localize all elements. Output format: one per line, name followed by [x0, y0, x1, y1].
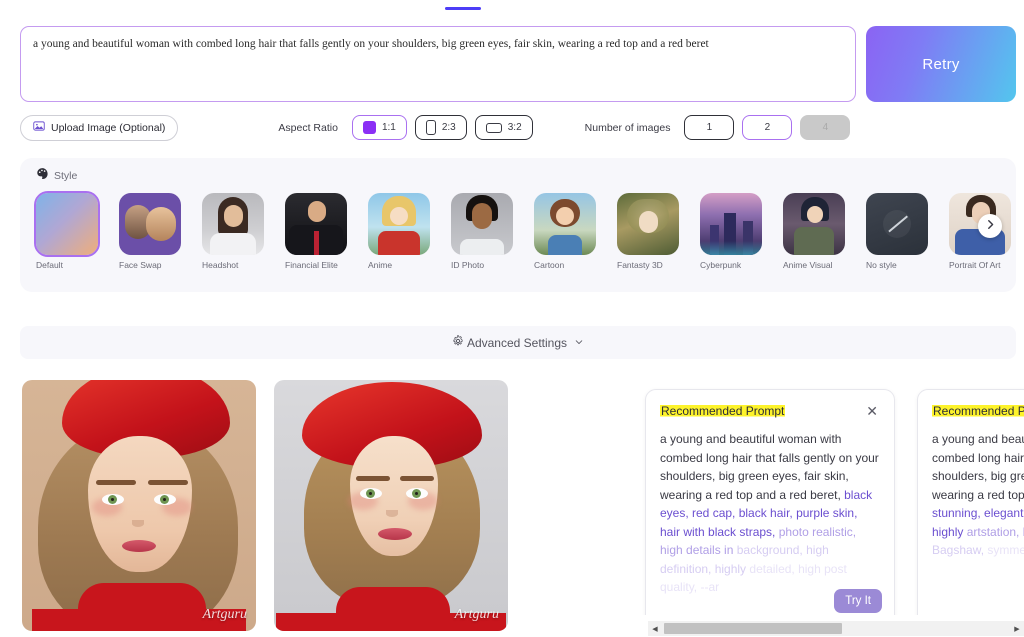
scrollbar-track[interactable]: [662, 621, 1010, 636]
style-item-no-style[interactable]: No style: [866, 193, 938, 271]
number-of-images-label: Number of images: [584, 121, 671, 134]
portrait-rect-icon: [425, 120, 436, 135]
number-option-2[interactable]: 2: [742, 115, 793, 140]
aspect-ratio-3-2-label: 3:2: [507, 122, 522, 133]
style-item-financial-elite[interactable]: Financial Elite: [285, 193, 357, 271]
style-thumbnail-id-photo: [451, 193, 513, 255]
aspect-ratio-2-3-label: 2:3: [441, 122, 456, 133]
style-item-anime[interactable]: Anime: [368, 193, 440, 271]
style-thumbnail-financial-elite: [285, 193, 347, 255]
scroll-right-arrow-icon[interactable]: ▶: [1010, 621, 1024, 636]
aspect-ratio-label: Aspect Ratio: [278, 121, 338, 134]
style-item-id-photo[interactable]: ID Photo: [451, 193, 523, 271]
recommended-prompt-body-1: a young and beautiful woman with combed …: [646, 418, 894, 613]
recommended-prompt-title-1: Recommended Prompt: [660, 404, 786, 418]
style-item-fantasty-3d[interactable]: Fantasty 3D: [617, 193, 689, 271]
aspect-ratio-3-2[interactable]: 3:2: [474, 115, 533, 140]
close-icon[interactable]: ✕: [864, 404, 880, 418]
prompt-segment-base: a young and beautiful woman with combed …: [932, 432, 1024, 502]
style-label-fantasty-3d: Fantasty 3D: [617, 260, 663, 270]
advanced-settings-toggle[interactable]: Advanced Settings: [20, 326, 1016, 359]
style-thumbnail-default: [34, 191, 100, 257]
number-option-1-label: 1: [706, 122, 713, 133]
style-thumbnail-no-style: [866, 193, 928, 255]
style-label-face-swap: Face Swap: [119, 260, 162, 270]
prompt-row: a young and beautiful woman with combed …: [20, 26, 1016, 102]
style-item-headshot[interactable]: Headshot: [202, 193, 274, 271]
style-item-anime-visual[interactable]: Anime Visual: [783, 193, 855, 271]
aspect-ratio-1-1-label: 1:1: [381, 122, 396, 133]
gear-icon: [452, 335, 464, 350]
style-thumbnail-headshot: [202, 193, 264, 255]
generated-image-1[interactable]: Artguru: [22, 380, 256, 631]
chevron-down-icon: [574, 336, 584, 350]
aspect-ratio-2-3[interactable]: 2:3: [414, 115, 467, 140]
style-item-cyberpunk[interactable]: Cyberpunk: [700, 193, 772, 271]
app-root: a young and beautiful woman with combed …: [0, 0, 1024, 637]
style-label-headshot: Headshot: [202, 260, 239, 270]
style-label-financial-elite: Financial Elite: [285, 260, 338, 270]
top-accent-bar: [445, 7, 481, 10]
style-label-default: Default: [36, 260, 63, 270]
prompt-segment-fade2: symmetrical, fluid Art: [987, 543, 1024, 557]
number-option-4-label: 4: [822, 122, 829, 133]
recommended-prompt-header-2: Recommended Prompt ✕: [918, 390, 1024, 418]
options-row: Upload Image (Optional) Aspect Ratio 1:1…: [20, 114, 851, 141]
recommended-prompt-card-2: Recommended Prompt ✕ a young and beautif…: [917, 389, 1024, 615]
style-label-cyberpunk: Cyberpunk: [700, 260, 742, 270]
style-thumbnail-fantasty-3d: [617, 193, 679, 255]
style-label-anime-visual: Anime Visual: [783, 260, 833, 270]
number-option-4: 4: [800, 115, 851, 140]
recommended-prompts-region: Recommended Prompt ✕ a young and beautif…: [585, 372, 1024, 615]
number-option-2-label: 2: [764, 122, 771, 133]
style-heading: Style: [54, 170, 78, 182]
style-panel: Style Default Face Swap Headshot Financi…: [20, 158, 1016, 292]
style-label-no-style: No style: [866, 260, 897, 270]
retry-button[interactable]: Retry: [866, 26, 1016, 102]
recommended-prompt-header-1: Recommended Prompt ✕: [646, 390, 894, 418]
upload-image-button[interactable]: Upload Image (Optional): [20, 114, 179, 141]
generated-image-2-photo: [274, 380, 508, 631]
watermark-1: Artguru: [202, 607, 247, 622]
try-it-button-1[interactable]: Try It: [834, 589, 882, 613]
chevron-right-icon: [985, 217, 996, 235]
style-thumbnail-face-swap: [119, 193, 181, 255]
style-carousel[interactable]: Default Face Swap Headshot Financial Eli…: [20, 185, 1016, 271]
style-thumbnail-cartoon: [534, 193, 596, 255]
scroll-left-arrow-icon[interactable]: ◀: [648, 621, 662, 636]
recommended-prompt-card-1: Recommended Prompt ✕ a young and beautif…: [645, 389, 895, 615]
style-label-anime: Anime: [368, 260, 393, 270]
aspect-ratio-1-1[interactable]: 1:1: [351, 115, 407, 140]
style-label-portrait-of-art: Portrait Of Art: [949, 260, 1001, 270]
number-option-1[interactable]: 1: [684, 115, 735, 140]
number-of-images-group: 1 2 4: [684, 115, 851, 140]
style-item-face-swap[interactable]: Face Swap: [119, 193, 191, 271]
watermark-2: Artguru: [454, 607, 499, 622]
landscape-rect-icon: [485, 122, 502, 133]
prompt-input[interactable]: a young and beautiful woman with combed …: [20, 26, 856, 102]
style-item-default[interactable]: Default: [34, 191, 108, 271]
style-thumbnail-cyberpunk: [700, 193, 762, 255]
aspect-ratio-group: 1:1 2:3 3:2: [351, 115, 533, 140]
style-thumbnail-anime: [368, 193, 430, 255]
recommended-prompt-title-2: Recommended Prompt: [932, 404, 1024, 418]
palette-icon: [36, 167, 49, 185]
generated-image-1-photo: [22, 380, 256, 631]
recommended-prompt-body-2: a young and beautiful woman with combed …: [918, 418, 1024, 613]
square-icon: [362, 121, 376, 134]
generated-image-2[interactable]: Artguru: [274, 380, 508, 631]
advanced-settings-label: Advanced Settings: [466, 335, 568, 350]
prompt-segment-light: artstation, by Ashley: [966, 524, 1024, 539]
style-item-cartoon[interactable]: Cartoon: [534, 193, 606, 271]
style-thumbnail-anime-visual: [783, 193, 845, 255]
carousel-next-button[interactable]: [978, 214, 1002, 238]
image-upload-icon: [33, 120, 45, 135]
style-label-cartoon: Cartoon: [534, 260, 565, 270]
horizontal-scrollbar[interactable]: ◀ ▶: [648, 621, 1024, 636]
style-label-id-photo: ID Photo: [451, 260, 485, 270]
scrollbar-thumb[interactable]: [664, 623, 842, 634]
upload-image-label: Upload Image (Optional): [51, 121, 166, 134]
style-header: Style: [20, 158, 1016, 185]
